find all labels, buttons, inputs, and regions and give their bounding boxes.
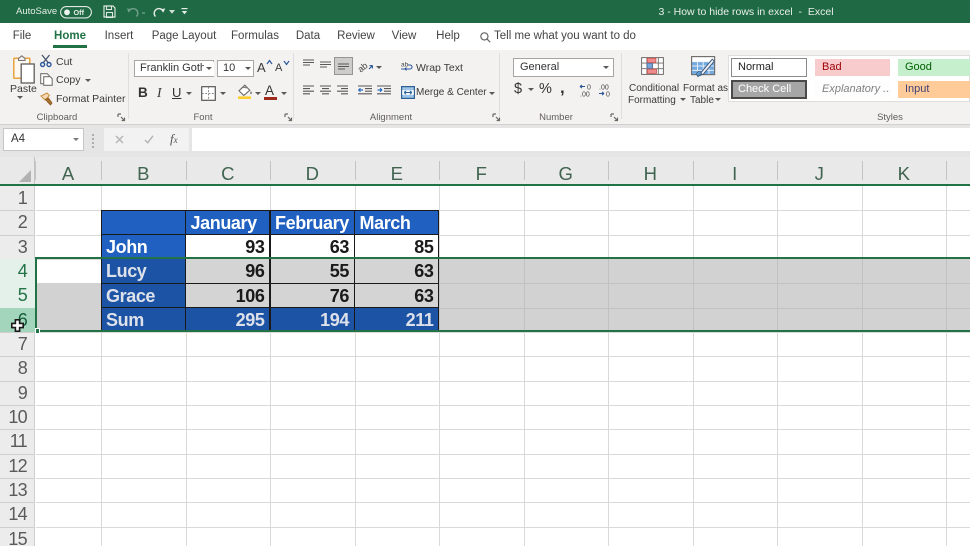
svg-text:ab: ab <box>401 62 409 69</box>
svg-text:Off: Off <box>74 8 85 17</box>
svg-text:.00: .00 <box>580 92 590 99</box>
svg-text:ab: ab <box>356 60 370 74</box>
svg-text:.00: .00 <box>599 85 609 92</box>
svg-text:0: 0 <box>606 92 610 99</box>
svg-text:0: 0 <box>587 85 591 92</box>
